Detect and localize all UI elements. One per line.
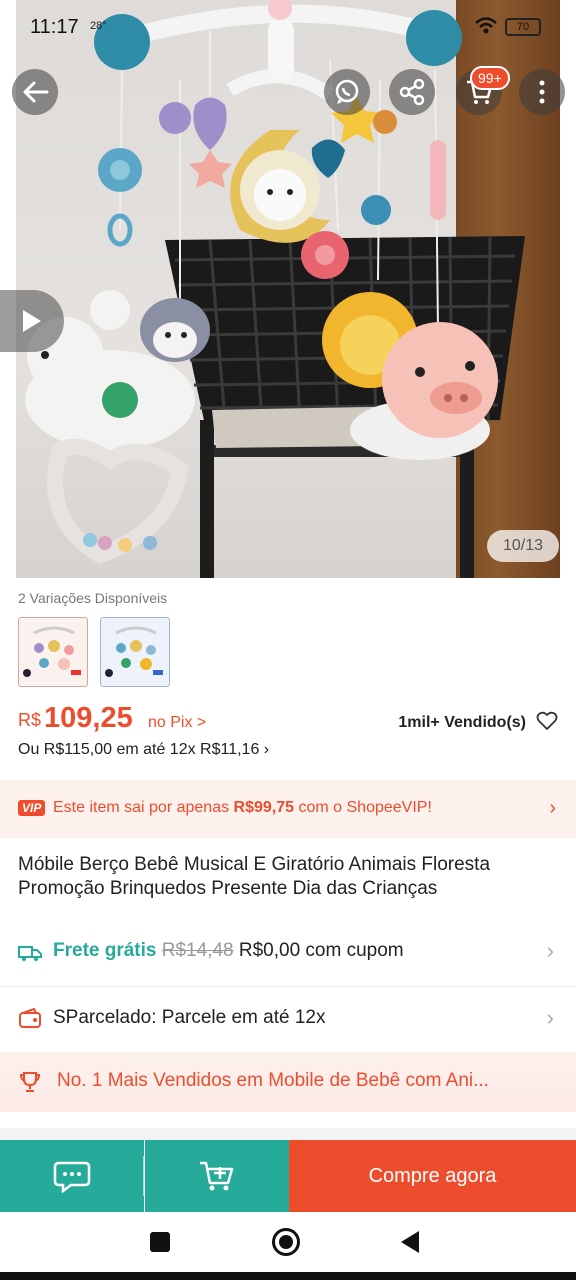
bottom-action-bar: Compre agora [0,1140,576,1212]
arrow-left-icon [23,81,49,103]
whatsapp-share-button[interactable] [324,69,370,115]
add-to-cart-icon [200,1161,234,1191]
price-currency: R$ [18,710,42,730]
variations-label: 2 Variações Disponíveis [18,590,168,606]
vip-banner-text: Este item sai por apenas R$99,75 com o S… [53,799,432,816]
variation-thumbnail-blue[interactable] [100,617,170,687]
wallet-icon [18,1007,42,1031]
section-gap [0,1128,576,1140]
status-temperature: 28° [90,20,107,32]
shipping-text: Frete grátis R$14,48 R$0,00 com cupom [53,940,404,961]
battery-icon: 70 [505,18,541,36]
screen: 11:17 28° 70 99+ 10/13 2 Variações Dispo… [0,0,576,1280]
product-title: Móbile Berço Bebê Musical E Giratório An… [18,854,491,899]
sparcelado-row[interactable]: SParcelado: Parcele em até 12x › [0,987,576,1051]
sold-count: 1mil+ Vendido(s) [398,714,526,731]
play-video-button[interactable] [0,290,64,352]
price-row: R$ 109,25 no Pix > 1mil+ Vendido(s) [18,702,558,736]
status-time: 11:17 [30,16,79,38]
back-triangle-icon [401,1231,419,1253]
chevron-right-icon: › [546,1005,554,1030]
chat-icon [53,1161,91,1193]
screen-edge [0,1272,576,1280]
home-circle-icon [272,1228,300,1256]
image-counter: 10/13 [487,530,559,562]
installment-info[interactable]: Ou R$115,00 em até 12x R$11,16 › [18,741,269,759]
shopee-vip-banner[interactable]: VIP Este item sai por apenas R$99,75 com… [0,780,576,838]
delivery-truck-icon [18,940,42,964]
status-bar: 11:17 28° 70 [0,0,576,56]
more-vertical-icon [539,80,545,104]
square-icon [150,1232,170,1252]
more-options-button[interactable] [519,69,565,115]
trophy-icon [18,1070,42,1094]
recent-apps-button[interactable] [144,1226,176,1258]
buy-now-button[interactable]: Compre agora [289,1140,576,1212]
price-value: 109,25 [44,702,133,734]
share-button[interactable] [389,69,435,115]
bestseller-row[interactable]: No. 1 Mais Vendidos em Mobile de Bebê co… [0,1052,576,1112]
variation-thumbnail-pink[interactable] [18,617,88,687]
home-button[interactable] [270,1226,302,1258]
favorite-heart-icon[interactable] [536,710,558,732]
variation-image [105,626,163,677]
chat-button[interactable] [0,1140,144,1212]
add-to-cart-button[interactable] [145,1140,289,1212]
pix-link[interactable]: no Pix > [148,714,206,732]
bestseller-text: No. 1 Mais Vendidos em Mobile de Bebê co… [57,1070,489,1091]
system-navigation-bar [0,1212,576,1272]
share-icon [399,78,425,106]
system-back-button[interactable] [394,1226,426,1258]
whatsapp-icon [335,79,359,104]
play-icon [23,310,41,332]
back-button[interactable] [12,69,58,115]
chevron-right-icon: › [546,938,554,963]
vip-logo-icon: VIP [18,800,46,816]
sparcelado-text: SParcelado: Parcele em até 12x [53,1007,326,1028]
variation-image [23,626,81,677]
chevron-right-icon: › [549,797,556,819]
wifi-icon [474,16,498,41]
shipping-row[interactable]: Frete grátis R$14,48 R$0,00 com cupom › [0,920,576,984]
cart-count-badge: 99+ [470,66,510,90]
